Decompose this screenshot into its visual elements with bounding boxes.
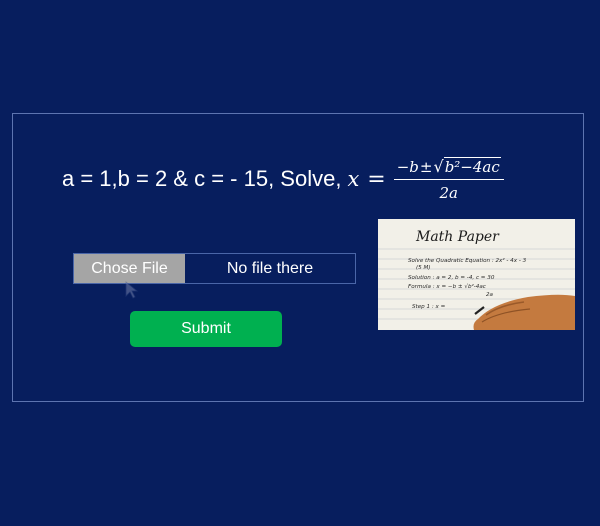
paper-line-2: (5 M) bbox=[416, 265, 431, 271]
paper-line-6: Step 1 : x = bbox=[412, 304, 446, 310]
paper-title: Math Paper bbox=[415, 229, 500, 245]
math-paper-thumbnail: Math Paper Solve the Quadratic Equation … bbox=[378, 219, 575, 330]
paper-line-1: Solve the Quadratic Equation : 2x² - 4x … bbox=[408, 257, 527, 264]
sqrt-symbol: √ bbox=[433, 156, 444, 176]
formula-numerator: −b ± √ b²−4ac bbox=[393, 156, 504, 180]
formula-denominator: 2a bbox=[439, 183, 459, 202]
equation-values-text: a = 1,b = 2 & c = - 15, Solve, bbox=[62, 166, 342, 191]
quadratic-equation-prompt: a = 1,b = 2 & c = - 15, Solve, x = −b ± … bbox=[62, 151, 504, 207]
quadratic-formula-fraction: −b ± √ b²−4ac 2a bbox=[393, 156, 504, 202]
file-upload-control[interactable]: Chose File No file there bbox=[73, 253, 356, 284]
equation-variable: x bbox=[347, 167, 360, 191]
square-root: √ b²−4ac bbox=[433, 156, 501, 176]
paper-line-4: Formula : x = −b ± √b²-4ac bbox=[408, 283, 486, 290]
equation-equals-sign: = bbox=[367, 166, 386, 192]
choose-file-button[interactable]: Chose File bbox=[74, 254, 185, 283]
math-paper-image: Math Paper Solve the Quadratic Equation … bbox=[378, 219, 575, 330]
paper-line-5: 2a bbox=[486, 292, 494, 298]
file-status-text: No file there bbox=[226, 259, 314, 277]
submit-button[interactable]: Submit bbox=[130, 311, 282, 347]
mouse-pointer-icon bbox=[125, 281, 139, 299]
numerator-lead: −b bbox=[396, 157, 419, 176]
radicand: b²−4ac bbox=[443, 156, 501, 176]
plus-minus-sign: ± bbox=[419, 157, 433, 176]
paper-line-3: Solution : a = 2, b = -4, c = 30 bbox=[408, 275, 495, 281]
